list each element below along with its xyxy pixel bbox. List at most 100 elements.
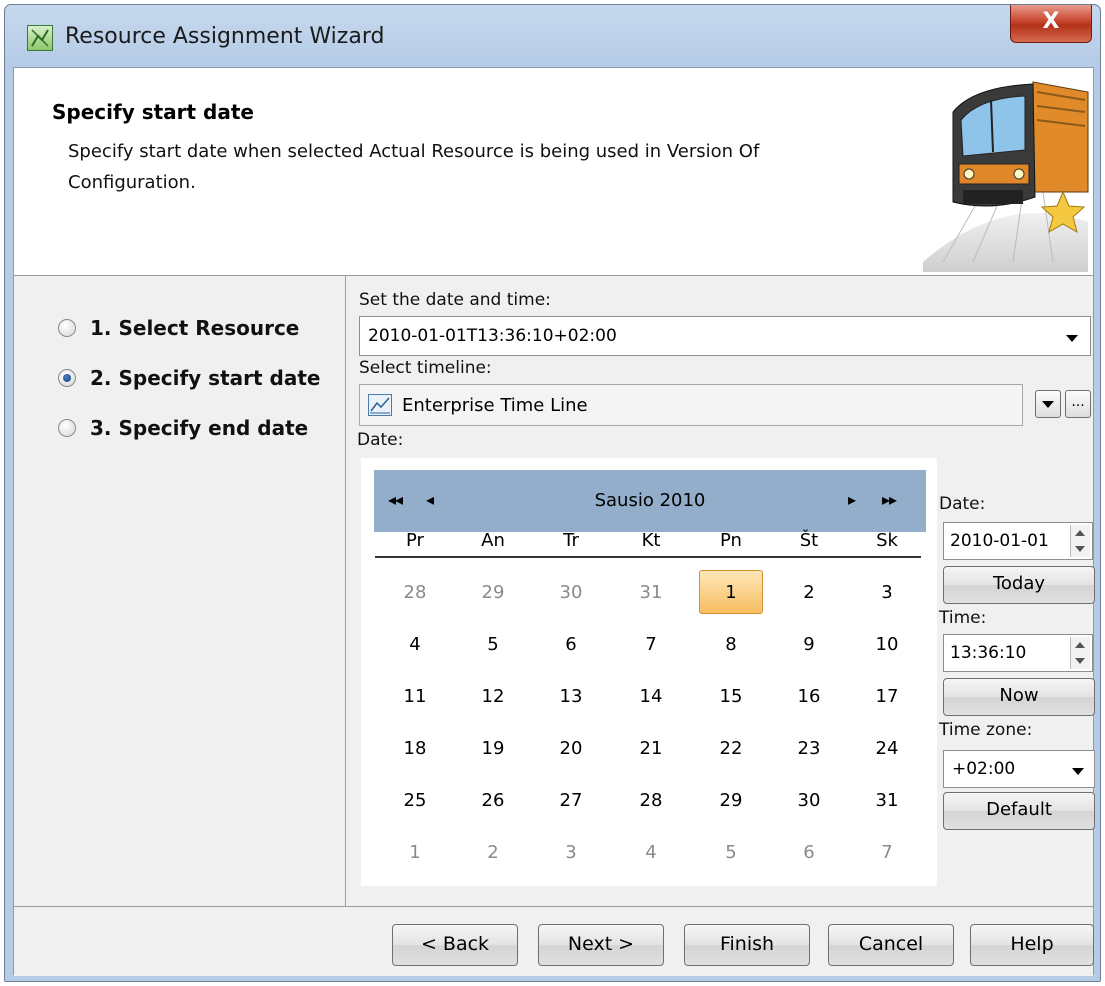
calendar-day[interactable]: 23 (779, 738, 839, 759)
datetime-value: 2010-01-01T13:36:10+02:00 (368, 326, 617, 346)
calendar-day[interactable]: 1 (385, 842, 445, 863)
date-spinner[interactable]: 2010-01-01 (943, 522, 1093, 560)
time-spinner[interactable]: 13:36:10 (943, 634, 1093, 672)
back-button[interactable]: < Back (392, 924, 518, 966)
step-radio[interactable] (58, 319, 76, 337)
spin-down-icon[interactable] (1075, 546, 1085, 552)
datetime-combo[interactable]: 2010-01-01T13:36:10+02:00 (359, 316, 1091, 356)
timeline-field[interactable]: Enterprise Time Line (359, 384, 1023, 426)
calendar-day[interactable]: 13 (541, 686, 601, 707)
step-select-resource[interactable]: 1. Select Resource (58, 316, 299, 340)
chevron-down-icon[interactable] (1066, 335, 1078, 342)
spin-up-icon[interactable] (1075, 642, 1085, 648)
timeline-label: Select timeline: (359, 358, 492, 378)
calendar-day[interactable]: 3 (541, 842, 601, 863)
side-date-label: Date: (939, 494, 986, 514)
weekday-divider (375, 556, 921, 558)
calendar-day[interactable]: 2 (463, 842, 523, 863)
calendar-day[interactable]: 14 (621, 686, 681, 707)
default-timezone-button[interactable]: Default (943, 792, 1095, 830)
step-specify-start-date[interactable]: 2. Specify start date (58, 366, 320, 390)
next-month-icon[interactable]: ▸ (848, 490, 856, 509)
timeline-value: Enterprise Time Line (402, 395, 588, 416)
now-button[interactable]: Now (943, 678, 1095, 716)
calendar-day-selected[interactable]: 1 (699, 570, 763, 614)
calendar-day[interactable]: 2 (779, 582, 839, 603)
app-icon (27, 25, 53, 51)
calendar-day[interactable]: 12 (463, 686, 523, 707)
calendar-day[interactable]: 15 (701, 686, 761, 707)
calendar-day[interactable]: 7 (857, 842, 917, 863)
next-button[interactable]: Next > (538, 924, 664, 966)
wizard-steps: 1. Select Resource 2. Specify start date… (14, 276, 346, 906)
page-title: Specify start date (52, 100, 254, 124)
calendar-day[interactable]: 8 (701, 634, 761, 655)
spin-up-icon[interactable] (1075, 530, 1085, 536)
next-year-icon[interactable]: ▸▸ (882, 490, 897, 509)
window-title: Resource Assignment Wizard (65, 24, 385, 49)
calendar-day[interactable]: 10 (857, 634, 917, 655)
wizard-footer: < Back Next > Finish Cancel Help (14, 906, 1094, 976)
calendar-day[interactable]: 6 (779, 842, 839, 863)
wizard-window: Resource Assignment Wizard X Specify sta… (4, 4, 1101, 982)
chevron-down-icon[interactable] (1072, 768, 1084, 775)
calendar-day[interactable]: 28 (621, 790, 681, 811)
close-button[interactable]: X (1010, 5, 1092, 43)
calendar-day[interactable]: 6 (541, 634, 601, 655)
calendar-day[interactable]: 4 (385, 634, 445, 655)
finish-button[interactable]: Finish (684, 924, 810, 966)
calendar-day[interactable]: 24 (857, 738, 917, 759)
calendar-day[interactable]: 29 (463, 582, 523, 603)
calendar-day[interactable]: 18 (385, 738, 445, 759)
calendar-day[interactable]: 31 (857, 790, 917, 811)
calendar-day[interactable]: 30 (541, 582, 601, 603)
time-spinner-buttons[interactable] (1070, 637, 1090, 669)
timezone-label: Time zone: (939, 720, 1033, 740)
calendar-day[interactable]: 5 (701, 842, 761, 863)
calendar-date-label: Date: (357, 430, 404, 450)
calendar-day[interactable]: 30 (779, 790, 839, 811)
calendar-day[interactable]: 26 (463, 790, 523, 811)
help-button[interactable]: Help (970, 924, 1094, 966)
calendar-day[interactable]: 11 (385, 686, 445, 707)
weekday-header: Sk (876, 530, 898, 551)
today-button[interactable]: Today (943, 566, 1095, 604)
step-radio-selected[interactable] (58, 369, 76, 387)
step-content: Set the date and time: 2010-01-01T13:36:… (347, 276, 1095, 906)
calendar-day[interactable]: 5 (463, 634, 523, 655)
calendar-day[interactable]: 4 (621, 842, 681, 863)
timeline-dropdown-button[interactable] (1035, 390, 1061, 418)
calendar-day[interactable]: 7 (621, 634, 681, 655)
spin-down-icon[interactable] (1075, 658, 1085, 664)
date-spinner-buttons[interactable] (1070, 525, 1090, 557)
calendar-day[interactable]: 25 (385, 790, 445, 811)
step-radio[interactable] (58, 419, 76, 437)
calendar-day[interactable]: 21 (621, 738, 681, 759)
train-illustration (913, 72, 1093, 272)
title-bar[interactable]: Resource Assignment Wizard X (5, 5, 1100, 67)
timezone-combo[interactable]: +02:00 (943, 750, 1095, 788)
calendar-day[interactable]: 20 (541, 738, 601, 759)
step-specify-end-date[interactable]: 3. Specify end date (58, 416, 308, 440)
datetime-label: Set the date and time: (359, 290, 551, 310)
calendar-day[interactable]: 17 (857, 686, 917, 707)
weekday-header: Tr (563, 530, 579, 551)
time-spinner-value: 13:36:10 (950, 643, 1027, 663)
calendar-day[interactable]: 19 (463, 738, 523, 759)
timeline-more-button[interactable]: ... (1065, 390, 1091, 418)
calendar-day[interactable]: 29 (701, 790, 761, 811)
calendar-day[interactable]: 28 (385, 582, 445, 603)
calendar-day[interactable]: 16 (779, 686, 839, 707)
cancel-button[interactable]: Cancel (828, 924, 954, 966)
calendar-day[interactable]: 9 (779, 634, 839, 655)
calendar-day[interactable]: 3 (857, 582, 917, 603)
step-label: 1. Select Resource (90, 316, 300, 340)
calendar-day[interactable]: 22 (701, 738, 761, 759)
step-label: 2. Specify start date (90, 366, 321, 390)
calendar-day[interactable]: 27 (541, 790, 601, 811)
weekday-header: Št (799, 530, 819, 551)
weekday-header: Pr (406, 530, 424, 551)
page-description: Specify start date when selected Actual … (68, 141, 760, 193)
calendar-day[interactable]: 31 (621, 582, 681, 603)
step-label: 3. Specify end date (90, 416, 309, 440)
